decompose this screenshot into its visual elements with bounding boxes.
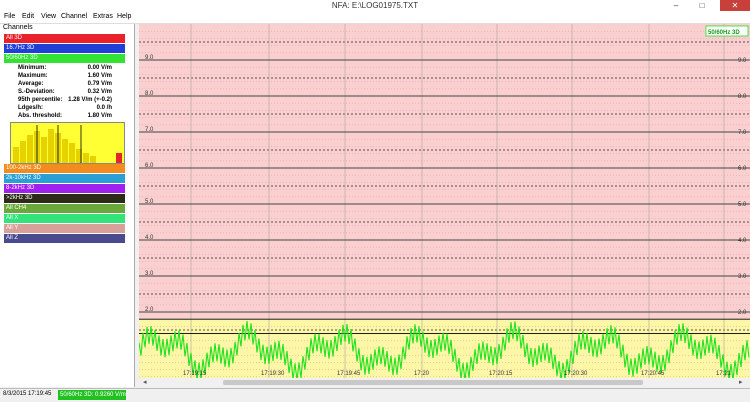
x-tick-label: 17:19:30 bbox=[261, 371, 285, 377]
y-tick-label-left: 6.0 bbox=[145, 163, 154, 169]
menu-help[interactable]: Help bbox=[117, 13, 131, 20]
histogram-bars bbox=[13, 125, 122, 163]
stat-row: S.-Deviation: 0.32 V/m bbox=[18, 89, 112, 95]
red-zone bbox=[139, 24, 750, 320]
stat-row: Average: 0.79 V/m bbox=[18, 81, 112, 87]
y-tick-label-right: 2.0 bbox=[738, 310, 747, 316]
menu-extras[interactable]: Extras bbox=[93, 13, 113, 20]
scroll-right-icon[interactable]: ▸ bbox=[739, 378, 743, 386]
signal-chart[interactable]: 9.0 9.0 8.0 8.0 7.0 7.0 6.0 6.0 5.0 5.0 4.0 4.0 3.0 3… bbox=[138, 24, 750, 387]
x-tick-label: 17:20:45 bbox=[641, 371, 665, 377]
x-tick-label: 17:19:15 bbox=[183, 371, 207, 377]
y-tick-label-left: 7.0 bbox=[145, 127, 154, 133]
y-tick-label-right: 8.0 bbox=[738, 94, 747, 100]
channel-all-3d[interactable]: All 3D bbox=[4, 34, 125, 43]
x-tick-label: 17:20 bbox=[414, 371, 430, 377]
scroll-thumb[interactable] bbox=[223, 380, 643, 385]
channel-all-ch4[interactable]: All CH4 bbox=[4, 204, 125, 213]
y-tick-label-right: 6.0 bbox=[738, 166, 747, 172]
x-tick-label: 17:21 bbox=[716, 371, 732, 377]
stat-row: 95th percentile: 1.28 V/m (+-0.2) bbox=[18, 97, 112, 103]
menu-edit[interactable]: Edit bbox=[22, 13, 34, 20]
status-readout: 50/60Hz 3D: 0.9260 V/m bbox=[58, 390, 126, 400]
y-tick-label-left: 9.0 bbox=[145, 55, 154, 61]
y-tick-label-right: 7.0 bbox=[738, 130, 747, 136]
channel-50-60hz-3d[interactable]: 50/60Hz 3D bbox=[4, 54, 125, 63]
menu-channel[interactable]: Channel bbox=[61, 13, 87, 20]
y-tick-label-right: 4.0 bbox=[738, 238, 747, 244]
channel-all-x[interactable]: All X bbox=[4, 214, 125, 223]
channel-8-2khz-3d[interactable]: 8-2kHz 3D bbox=[4, 184, 125, 193]
stat-row: Maximum: 1.60 V/m bbox=[18, 73, 112, 79]
stat-row: Minimum: 0.00 V/m bbox=[18, 65, 112, 71]
close-button[interactable]: ✕ bbox=[720, 0, 750, 11]
stat-row: Abs. threshold: 1.80 V/m bbox=[18, 113, 112, 119]
title-bar: NFA: E:\LOG01975.TXT – □ ✕ bbox=[0, 0, 750, 12]
menu-bar: File Edit View Channel Extras Help bbox=[0, 12, 750, 24]
channel-gt2khz-3d[interactable]: >2kHz 3D bbox=[4, 194, 125, 203]
x-tick-label: 17:20:15 bbox=[489, 371, 513, 377]
y-tick-label-left: 3.0 bbox=[145, 271, 154, 277]
y-tick-label-left: 8.0 bbox=[145, 91, 154, 97]
channel-panel: Channels All 3D 16.7Hz 3D 50/60Hz 3D Min… bbox=[0, 24, 135, 387]
channel-16-7hz-3d[interactable]: 16.7Hz 3D bbox=[4, 44, 125, 53]
x-tick-label: 17:19:45 bbox=[337, 371, 361, 377]
window-title: NFA: E:\LOG01975.TXT bbox=[331, 1, 419, 10]
channel-100-2khz-3d[interactable]: 100-2kHz 3D bbox=[4, 164, 125, 173]
chart-svg[interactable]: 9.0 9.0 8.0 8.0 7.0 7.0 6.0 6.0 5.0 5.0 4.0 4.0 3.0 3… bbox=[138, 24, 750, 381]
legend-label: 50/60Hz 3D bbox=[708, 30, 740, 36]
y-tick-label-right: 3.0 bbox=[738, 274, 747, 280]
stat-row: Ldges/h: 0.0 /h bbox=[18, 105, 112, 111]
channel-all-z[interactable]: All Z bbox=[4, 234, 125, 243]
scroll-left-icon[interactable]: ◂ bbox=[143, 378, 147, 386]
menu-view[interactable]: View bbox=[41, 13, 56, 20]
maximize-button[interactable]: □ bbox=[690, 0, 714, 11]
menu-file[interactable]: File bbox=[4, 13, 15, 20]
horizontal-scrollbar[interactable]: ◂ ▸ bbox=[139, 378, 750, 387]
x-tick-label: 17:20:30 bbox=[564, 371, 588, 377]
channels-heading: Channels bbox=[3, 24, 33, 31]
y-tick-label-right: 5.0 bbox=[738, 202, 747, 208]
status-datetime: 8/3/2015 17:19:45 bbox=[3, 391, 52, 397]
y-tick-label-left: 5.0 bbox=[145, 199, 154, 205]
channel-all-y[interactable]: All Y bbox=[4, 224, 125, 233]
channel-2k-10khz-3d[interactable]: 2k-10kHz 3D bbox=[4, 174, 125, 183]
histogram bbox=[10, 122, 125, 164]
status-bar: 8/3/2015 17:19:45 50/60Hz 3D: 0.9260 V/m bbox=[0, 388, 750, 402]
y-tick-label-right: 9.0 bbox=[738, 58, 747, 64]
y-tick-label-left: 2.0 bbox=[145, 307, 154, 313]
minimize-button[interactable]: – bbox=[664, 0, 688, 11]
y-tick-label-left: 4.0 bbox=[145, 235, 154, 241]
